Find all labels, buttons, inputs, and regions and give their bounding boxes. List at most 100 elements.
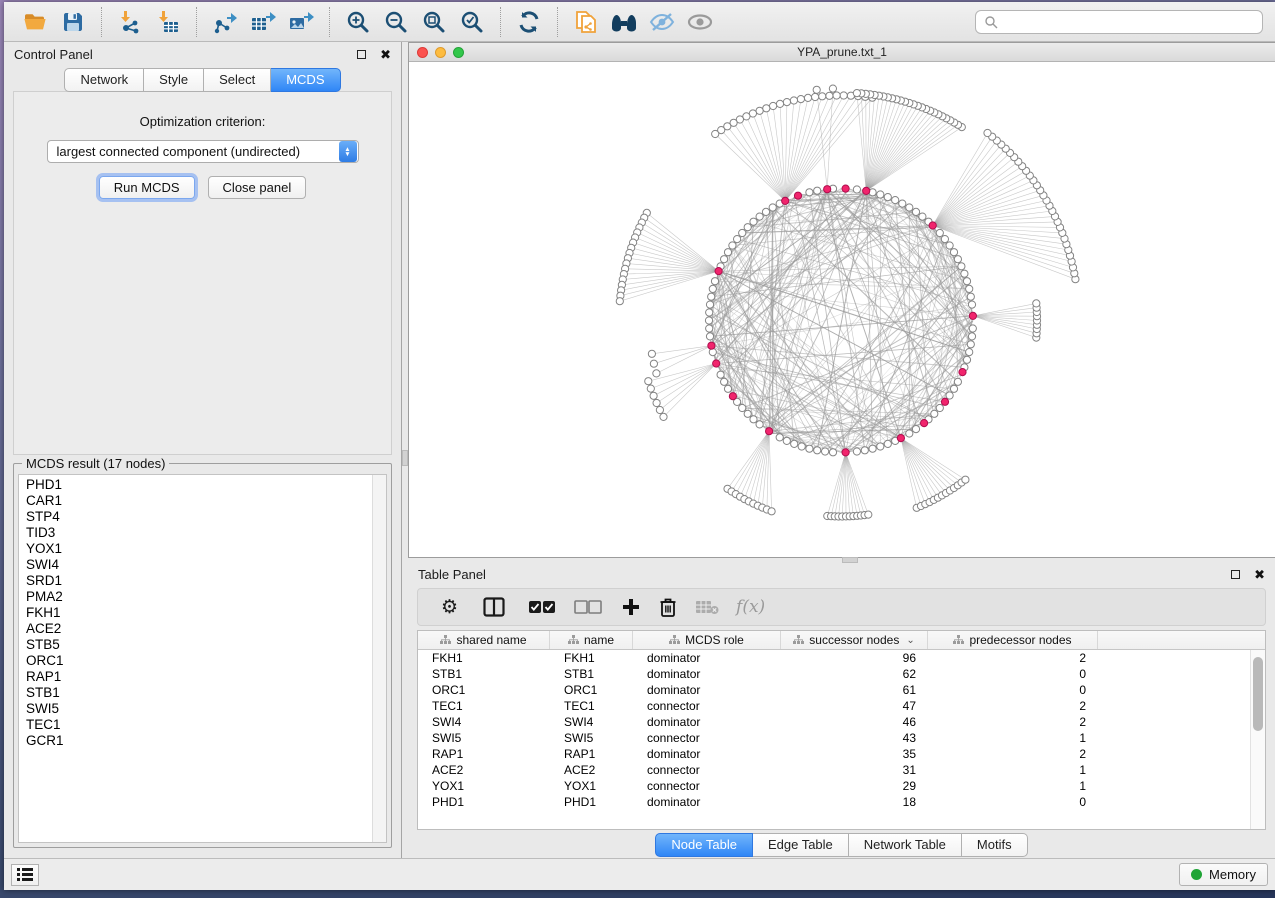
graph-node[interactable] <box>798 443 805 450</box>
table-cell[interactable]: 1 <box>928 731 1098 745</box>
table-cell[interactable]: dominator <box>633 795 781 809</box>
tab-motifs[interactable]: Motifs <box>962 833 1028 857</box>
graph-node[interactable] <box>762 208 769 215</box>
graph-node[interactable] <box>958 263 965 270</box>
zoom-selected-icon[interactable] <box>457 7 487 37</box>
splitter-grip[interactable] <box>402 450 408 466</box>
table-cell[interactable]: 35 <box>781 747 928 761</box>
table-cell[interactable]: dominator <box>633 715 781 729</box>
graph-node[interactable] <box>962 476 969 483</box>
clone-network-icon[interactable] <box>571 7 601 37</box>
graph-node-dominator[interactable] <box>794 192 801 199</box>
graph-node[interactable] <box>734 236 741 243</box>
open-file-icon[interactable] <box>20 7 50 37</box>
graph-node[interactable] <box>706 333 713 340</box>
table-cell[interactable]: RAP1 <box>418 747 550 761</box>
graph-node-dominator[interactable] <box>766 428 773 435</box>
graph-node[interactable] <box>963 278 970 285</box>
list-item[interactable]: GCR1 <box>26 733 386 749</box>
graph-node[interactable] <box>797 96 804 103</box>
graph-node[interactable] <box>840 92 847 99</box>
graph-node-dominator[interactable] <box>713 360 720 367</box>
graph-node[interactable] <box>756 421 763 428</box>
list-item[interactable]: STB1 <box>26 685 386 701</box>
table-scrollbar-thumb[interactable] <box>1253 657 1263 731</box>
table-options-gear-icon[interactable]: ⚙ <box>441 594 458 620</box>
mcds-list-scrollbar[interactable] <box>372 475 386 842</box>
graph-node[interactable] <box>616 298 623 305</box>
table-cell[interactable]: 0 <box>928 667 1098 681</box>
tab-edge-table[interactable]: Edge Table <box>753 833 849 857</box>
table-cell[interactable]: 1 <box>928 779 1098 793</box>
table-row[interactable]: SWI5SWI5connector431 <box>418 730 1265 746</box>
table-cell[interactable]: dominator <box>633 667 781 681</box>
graph-node[interactable] <box>656 406 663 413</box>
table-cell[interactable]: 96 <box>781 651 928 665</box>
delete-column-icon[interactable] <box>658 594 678 620</box>
table-row[interactable]: FKH1FKH1dominator962 <box>418 650 1265 666</box>
list-item[interactable]: FKH1 <box>26 605 386 621</box>
graph-node[interactable] <box>936 404 943 411</box>
table-cell[interactable]: dominator <box>633 683 781 697</box>
graph-node[interactable] <box>750 218 757 225</box>
graph-node[interactable] <box>853 186 860 193</box>
graph-node[interactable] <box>984 129 991 136</box>
graph-node[interactable] <box>892 197 899 204</box>
graph-node[interactable] <box>826 92 833 99</box>
criterion-dropdown[interactable]: largest connected component (undirected)… <box>47 140 359 163</box>
graph-node[interactable] <box>941 236 948 243</box>
graph-node[interactable] <box>906 430 913 437</box>
graph-node[interactable] <box>653 399 660 406</box>
list-item[interactable]: SRD1 <box>26 573 386 589</box>
list-item[interactable]: ORC1 <box>26 653 386 669</box>
table-cell[interactable]: 2 <box>928 747 1098 761</box>
network-canvas[interactable] <box>409 62 1275 557</box>
graph-node[interactable] <box>804 94 811 101</box>
graph-node[interactable] <box>967 341 974 348</box>
graph-node[interactable] <box>906 204 913 211</box>
table-row[interactable]: YOX1YOX1connector291 <box>418 778 1265 794</box>
graph-node[interactable] <box>931 410 938 417</box>
graph-node[interactable] <box>812 93 819 100</box>
graph-node[interactable] <box>712 130 719 137</box>
table-cell[interactable]: RAP1 <box>550 747 633 761</box>
graph-node-dominator[interactable] <box>729 393 736 400</box>
export-image-icon[interactable] <box>286 7 316 37</box>
table-row[interactable]: STB1STB1dominator620 <box>418 666 1265 682</box>
graph-node-dominator[interactable] <box>842 185 849 192</box>
graph-node[interactable] <box>954 256 961 263</box>
export-network-icon[interactable] <box>210 7 240 37</box>
graph-node[interactable] <box>776 434 783 441</box>
graph-node-dominator[interactable] <box>959 369 966 376</box>
import-table-icon[interactable] <box>153 7 183 37</box>
list-item[interactable]: SWI5 <box>26 701 386 717</box>
table-cell[interactable]: ORC1 <box>418 683 550 697</box>
graph-node[interactable] <box>650 392 657 399</box>
graph-node[interactable] <box>721 378 728 385</box>
graph-node[interactable] <box>968 301 975 308</box>
graph-node[interactable] <box>763 105 770 112</box>
column-header-predecessor-nodes[interactable]: predecessor nodes <box>928 631 1098 649</box>
graph-node-dominator[interactable] <box>708 342 715 349</box>
graph-node[interactable] <box>806 445 813 452</box>
horizontal-splitter[interactable] <box>408 558 1275 562</box>
list-item[interactable]: ACE2 <box>26 621 386 637</box>
graph-node-dominator[interactable] <box>863 187 870 194</box>
table-cell[interactable]: 31 <box>781 763 928 777</box>
zoom-out-icon[interactable] <box>381 7 411 37</box>
run-mcds-button[interactable]: Run MCDS <box>99 176 195 199</box>
graph-node[interactable] <box>776 100 783 107</box>
table-cell[interactable]: 1 <box>928 763 1098 777</box>
table-cell[interactable]: TEC1 <box>418 699 550 713</box>
graph-node[interactable] <box>899 200 906 207</box>
graph-node[interactable] <box>912 426 919 433</box>
table-cell[interactable]: 61 <box>781 683 928 697</box>
graph-node[interactable] <box>822 448 829 455</box>
graph-node-dominator[interactable] <box>929 222 936 229</box>
list-item[interactable]: TID3 <box>26 525 386 541</box>
graph-node[interactable] <box>814 187 821 194</box>
graph-node[interactable] <box>963 356 970 363</box>
table-row[interactable]: PHD1PHD1dominator180 <box>418 794 1265 810</box>
select-all-icon[interactable] <box>528 594 556 620</box>
graph-node[interactable] <box>877 191 884 198</box>
